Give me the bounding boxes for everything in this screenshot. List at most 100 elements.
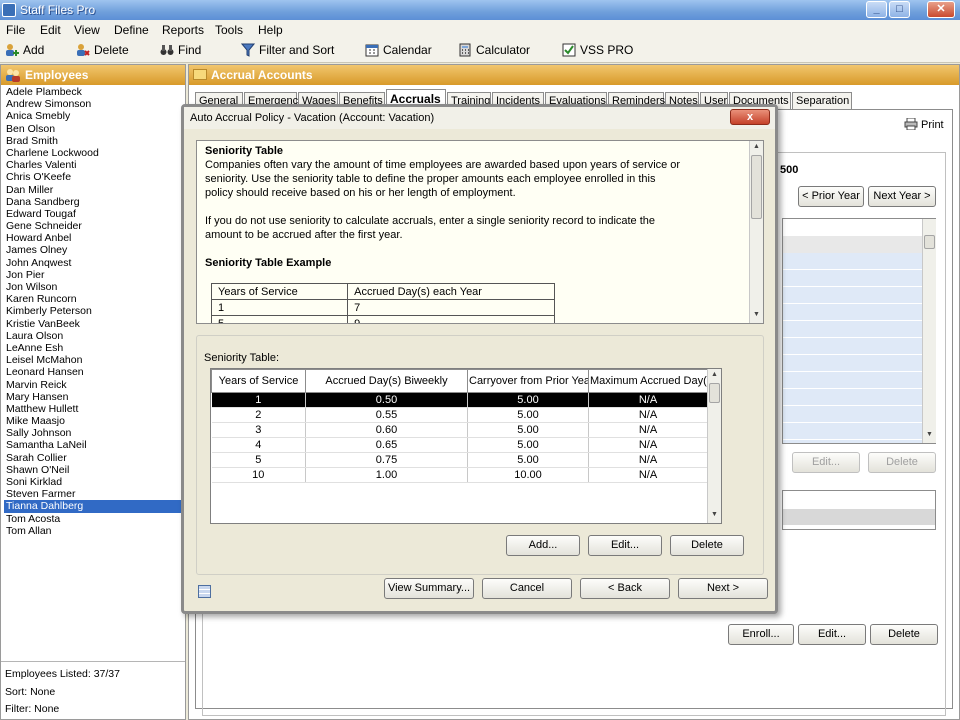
folder-icon xyxy=(193,69,207,80)
enroll-button[interactable]: Enroll... xyxy=(728,624,794,645)
calendar-button[interactable]: Calendar xyxy=(365,43,432,57)
minimize-button[interactable]: _ xyxy=(866,1,887,18)
seniority-row[interactable]: 10 1.00 10.00 N/A xyxy=(211,467,708,483)
employee-list-item[interactable]: Samantha LaNeil xyxy=(4,439,184,451)
help-text-line: seniority. Use the seniority table to de… xyxy=(205,173,656,185)
calculator-icon[interactable] xyxy=(198,585,211,598)
menu-view[interactable]: View xyxy=(74,23,100,37)
employee-list-item[interactable]: Steven Farmer xyxy=(4,488,184,500)
employee-list-item[interactable]: Anica Smebly xyxy=(4,110,184,122)
employee-list-item[interactable]: Andrew Simonson xyxy=(4,98,184,110)
employee-list-item[interactable]: Mary Hansen xyxy=(4,391,184,403)
menu-reports[interactable]: Reports xyxy=(162,23,204,37)
next-button[interactable]: Next > xyxy=(678,578,768,599)
scroll-up-arrow-icon[interactable]: ▲ xyxy=(708,369,721,381)
enrollment-edit-button[interactable]: Edit... xyxy=(798,624,866,645)
employee-list-item[interactable]: Jon Wilson xyxy=(4,281,184,293)
grid-delete-button[interactable]: Delete xyxy=(670,535,744,556)
employee-list-item[interactable]: Shawn O'Neil xyxy=(4,464,184,476)
employees-panel-header: Employees xyxy=(1,65,185,85)
employee-list-item[interactable]: LeAnne Esh xyxy=(4,342,184,354)
employee-list-item[interactable]: Mike Maasjo xyxy=(4,415,184,427)
employee-list-item[interactable]: Charles Valenti xyxy=(4,159,184,171)
employee-list-item[interactable]: Tianna Dahlberg xyxy=(4,500,184,513)
employee-list-item[interactable]: Kimberly Peterson xyxy=(4,305,184,317)
employee-list-item[interactable]: Dana Sandberg xyxy=(4,196,184,208)
scroll-down-arrow-icon[interactable]: ▼ xyxy=(708,509,721,521)
column-header[interactable]: Accrued Day(s) Biweekly xyxy=(305,369,468,393)
find-button[interactable]: Find xyxy=(160,43,201,57)
filter-sort-button[interactable]: Filter and Sort xyxy=(240,43,334,57)
next-year-button[interactable]: Next Year > xyxy=(868,186,936,207)
seniority-row[interactable]: 1 0.50 5.00 N/A xyxy=(211,392,708,408)
menu-define[interactable]: Define xyxy=(114,23,149,37)
column-header[interactable]: Maximum Accrued Day(s) xyxy=(588,369,708,393)
employee-list-item[interactable]: Charlene Lockwood xyxy=(4,147,184,159)
employee-list-item[interactable]: Tom Allan xyxy=(4,525,184,537)
example-cell: Accrued Day(s) each Year xyxy=(347,283,555,300)
grid-add-button[interactable]: Add... xyxy=(506,535,580,556)
employee-list-item[interactable]: Soni Kirklad xyxy=(4,476,184,488)
column-header[interactable]: Years of Service xyxy=(211,369,306,393)
add-button[interactable]: Add xyxy=(5,43,44,57)
menu-tools[interactable]: Tools xyxy=(215,23,243,37)
seniority-row[interactable]: 3 0.60 5.00 N/A xyxy=(211,422,708,438)
employee-list-item[interactable]: Chris O'Keefe xyxy=(4,171,184,183)
enrollment-delete-button[interactable]: Delete xyxy=(870,624,938,645)
delete-button[interactable]: Delete xyxy=(76,43,129,57)
close-button[interactable]: ✕ xyxy=(927,1,955,18)
seniority-row[interactable]: 2 0.55 5.00 N/A xyxy=(211,407,708,423)
employee-list-item[interactable]: Tom Acosta xyxy=(4,513,184,525)
dialog-close-button[interactable]: x xyxy=(730,109,770,125)
grid-scrollbar[interactable]: ▲ ▼ xyxy=(707,369,721,523)
example-cell: 7 xyxy=(347,299,555,316)
employee-list-item[interactable]: Edward Tougaf xyxy=(4,208,184,220)
employee-list-item[interactable]: Ben Olson xyxy=(4,123,184,135)
help-scrollbar[interactable]: ▲ ▼ xyxy=(749,141,763,323)
seniority-row[interactable]: 4 0.65 5.00 N/A xyxy=(211,437,708,453)
history-delete-button[interactable]: Delete xyxy=(868,452,936,473)
help-scroll-thumb[interactable] xyxy=(751,155,762,219)
scroll-down-arrow-icon[interactable]: ▼ xyxy=(750,309,763,321)
employee-list-item[interactable]: Leonard Hansen xyxy=(4,366,184,378)
employee-list-item[interactable]: Dan Miller xyxy=(4,184,184,196)
tab-separation[interactable]: Separation xyxy=(792,92,852,109)
employee-list-item[interactable]: Adele Plambeck xyxy=(4,86,184,98)
filter-status: Filter: None xyxy=(5,703,60,715)
employee-list-item[interactable]: Marvin Reick xyxy=(4,379,184,391)
cancel-button[interactable]: Cancel xyxy=(482,578,572,599)
history-edit-button[interactable]: Edit... xyxy=(792,452,860,473)
employee-list-item[interactable]: Jon Pier xyxy=(4,269,184,281)
list-scrollbar[interactable]: ▼ xyxy=(922,219,936,443)
menu-bar: File Edit View Define Reports Tools Help xyxy=(0,20,960,39)
menu-help[interactable]: Help xyxy=(258,23,283,37)
employee-list-item[interactable]: Gene Schneider xyxy=(4,220,184,232)
scroll-up-arrow-icon[interactable]: ▲ xyxy=(750,141,763,153)
vss-pro-button[interactable]: VSS PRO xyxy=(562,43,633,57)
employee-list-item[interactable]: James Olney xyxy=(4,244,184,256)
employee-list-item[interactable]: Brad Smith xyxy=(4,135,184,147)
employee-list-item[interactable]: Kristie VanBeek xyxy=(4,318,184,330)
employee-list-item[interactable]: Sally Johnson xyxy=(4,427,184,439)
print-button[interactable]: Print xyxy=(904,117,944,131)
employee-list-item[interactable]: Howard Anbel xyxy=(4,232,184,244)
grid-edit-button[interactable]: Edit... xyxy=(588,535,662,556)
employee-list-item[interactable]: Matthew Hullett xyxy=(4,403,184,415)
employees-panel: Employees Adele Plambeck Andrew Simonson A… xyxy=(0,64,186,720)
column-header[interactable]: Carryover from Prior Year xyxy=(467,369,589,393)
menu-edit[interactable]: Edit xyxy=(40,23,61,37)
menu-file[interactable]: File xyxy=(6,23,25,37)
maximize-button[interactable]: □ xyxy=(889,1,910,18)
back-button[interactable]: < Back xyxy=(580,578,670,599)
calculator-button[interactable]: Calculator xyxy=(458,43,530,57)
employee-list-item[interactable]: Sarah Collier xyxy=(4,452,184,464)
employee-list-item[interactable]: Karen Runcorn xyxy=(4,293,184,305)
enrollment-row[interactable] xyxy=(783,509,935,525)
employee-list-item[interactable]: John Anqwest xyxy=(4,257,184,269)
seniority-row[interactable]: 5 0.75 5.00 N/A xyxy=(211,452,708,468)
grid-scroll-thumb[interactable] xyxy=(709,383,720,403)
employee-list-item[interactable]: Laura Olson xyxy=(4,330,184,342)
view-summary-button[interactable]: View Summary... xyxy=(384,578,474,599)
prior-year-button[interactable]: < Prior Year xyxy=(798,186,864,207)
employee-list-item[interactable]: Leisel McMahon xyxy=(4,354,184,366)
